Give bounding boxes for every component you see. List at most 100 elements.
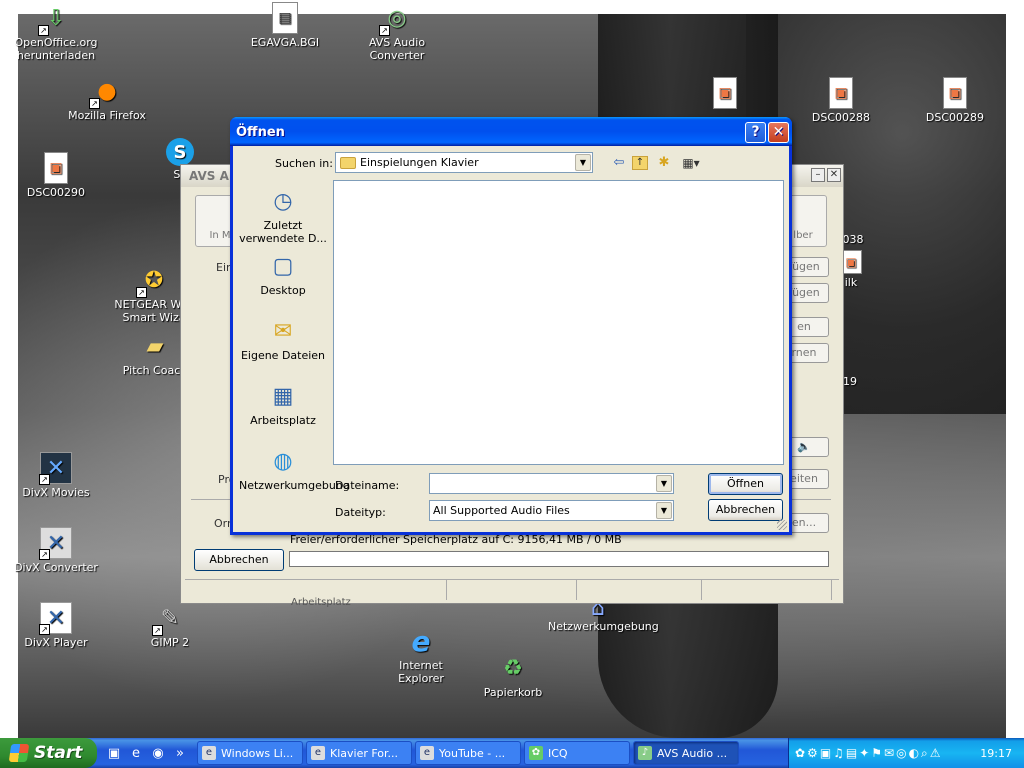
place-recent[interactable]: ◷ Zuletzt verwendete D... — [239, 185, 327, 245]
avs-status-pane — [577, 580, 702, 600]
desktop-icon-label: Netzwerkumgebung — [548, 620, 659, 633]
cancel-button[interactable]: Abbrechen — [708, 499, 783, 521]
task-windows-live[interactable]: e Windows Li... — [197, 741, 303, 765]
media-player-icon[interactable]: ◉ — [149, 746, 167, 761]
place-my-computer[interactable]: ▦ Arbeitsplatz — [239, 380, 327, 427]
gimp-icon: ✎ ↗ — [152, 602, 186, 636]
filetype-select[interactable]: All Supported Audio Files ▼ — [429, 500, 674, 521]
windows-logo-icon — [8, 744, 30, 762]
minimize-button[interactable]: – — [811, 168, 825, 182]
shortcut-arrow-icon: ↗ — [89, 98, 100, 109]
task-icq[interactable]: ✿ ICQ — [524, 741, 630, 765]
desktop-icon-dsc00288[interactable]: ▣ DSC00288 — [796, 77, 886, 124]
desktop-icon-firefox[interactable]: ● ↗ Mozilla Firefox — [62, 75, 152, 122]
new-folder-icon[interactable]: ✱ — [655, 154, 673, 172]
avs-status-pane — [447, 580, 577, 600]
desktop-icon-label: Pitch Coach — [122, 364, 188, 377]
desktop-icon-label: GIMP 2 — [150, 636, 190, 649]
desktop-icon-image-partial[interactable]: ▣ — [705, 77, 745, 111]
desktop-icon-avs-audio[interactable]: ◎ ↗ AVS Audio Converter — [352, 2, 442, 62]
place-network[interactable]: ◍ Netzwerkumgebung — [239, 445, 350, 492]
filetype-label: Dateityp: — [335, 506, 386, 519]
desktop-icon-label: ilk — [844, 276, 858, 289]
task-avs-audio[interactable]: ♪ AVS Audio ... — [633, 741, 739, 765]
shortcut-arrow-icon: ↗ — [39, 624, 50, 635]
open-button[interactable]: Öffnen — [708, 473, 783, 495]
avs-toolbar-label: In M — [209, 230, 231, 241]
file-list[interactable] — [333, 180, 784, 465]
close-button[interactable]: ✕ — [827, 168, 841, 182]
desktop-icon-dsc00289[interactable]: ▣ DSC00289 — [910, 77, 1000, 124]
desktop-icon-egavga[interactable]: ▤ EGAVGA.BGI — [240, 2, 330, 49]
avs-audio-icon: ◎ ↗ — [379, 2, 413, 36]
desktop-icon-label: DivX Movies — [22, 486, 90, 499]
speaker-icon: 🔈 — [797, 440, 811, 453]
my-documents-icon: ✉ — [273, 318, 293, 344]
task-label: Klavier For... — [330, 746, 399, 760]
desktop-icon-divx-movies[interactable]: ✕ ↗ DivX Movies — [11, 452, 101, 499]
desktop-icon-internet-explorer[interactable]: e Internet Explorer — [376, 625, 466, 685]
desktop-icon-label: Internet Explorer — [398, 659, 444, 685]
place-my-documents[interactable]: ✉ Eigene Dateien — [239, 315, 327, 362]
image-file-icon: ▣ — [943, 77, 967, 109]
resize-grip[interactable] — [777, 520, 787, 530]
image-file-icon: ▣ — [713, 77, 737, 109]
chevron-right-icon[interactable]: » — [171, 746, 189, 761]
internet-explorer-icon[interactable]: e — [127, 746, 145, 761]
place-label: Zuletzt verwendete D... — [239, 219, 327, 245]
chevron-down-icon[interactable]: ▼ — [575, 154, 591, 171]
desktop-icon-label: EGAVGA.BGI — [250, 36, 320, 49]
desktop-icon-label: 038 — [842, 233, 864, 246]
open-file-dialog[interactable]: Öffnen ? ✕ Suchen in: Einspielungen Klav… — [230, 117, 792, 535]
start-button[interactable]: Start — [0, 738, 97, 768]
task-klavier-forum[interactable]: e Klavier For... — [306, 741, 412, 765]
view-menu-icon[interactable]: ▦▾ — [679, 154, 703, 172]
divx-movies-icon: ✕ ↗ — [39, 452, 72, 485]
avs-window-controls: – ✕ — [811, 168, 841, 182]
desktop-icon-label: AVS Audio Converter — [368, 36, 426, 62]
shortcut-arrow-icon: ↗ — [136, 287, 147, 298]
desktop-icon-dsc00290[interactable]: ▣ DSC00290 — [11, 152, 101, 199]
clock[interactable]: 19:17 — [980, 747, 1024, 760]
desktop-icon-openoffice[interactable]: ⇩ ↗ OpenOffice.org herunterladen — [11, 2, 101, 62]
file-icon: ▤ — [272, 2, 298, 34]
taskbar: Start ▣ e ◉ » e Windows Li... e Klavier Fo… — [0, 738, 1024, 768]
divx-converter-icon: ✕ ↗ — [39, 527, 72, 560]
avs-status-bar — [185, 579, 839, 600]
folder-icon — [340, 156, 356, 169]
task-youtube[interactable]: e YouTube - ... — [415, 741, 521, 765]
back-arrow-icon[interactable]: ⇦ — [610, 154, 628, 172]
skype-icon: S — [166, 138, 194, 166]
avs-under-text: Arbeitsplatz — [291, 597, 351, 608]
place-desktop[interactable]: ▢ Desktop — [239, 250, 327, 297]
dialog-title: Öffnen — [236, 125, 285, 140]
desktop-icon-gimp[interactable]: ✎ ↗ GIMP 2 — [125, 602, 215, 649]
tray-icons[interactable]: ✿⚙▣♫▤✦⚑✉◎◐⌕⚠ — [795, 746, 980, 761]
desktop-icon-divx-player[interactable]: ✕ ↗ DivX Player — [11, 602, 101, 649]
lookin-dropdown[interactable]: Einspielungen Klavier ▼ — [335, 152, 593, 173]
avs-cancel-button[interactable]: Abbrechen — [194, 549, 284, 571]
lookin-value: Einspielungen Klavier — [360, 156, 479, 169]
lookin-label: Suchen in: — [275, 157, 333, 170]
desktop-icon-label: 19 — [843, 375, 857, 388]
openoffice-download-icon: ⇩ ↗ — [38, 2, 72, 36]
show-desktop-icon[interactable]: ▣ — [105, 746, 123, 761]
chevron-down-icon[interactable]: ▼ — [656, 475, 672, 492]
desktop-icon-label: Papierkorb — [483, 686, 543, 699]
avs-window-title: AVS A — [189, 169, 229, 183]
avs-toolbar-label: lber — [793, 230, 813, 241]
close-button[interactable]: ✕ — [768, 122, 789, 143]
chevron-down-icon[interactable]: ▼ — [656, 502, 672, 519]
up-folder-icon[interactable]: ↑ — [632, 156, 648, 170]
help-button[interactable]: ? — [745, 122, 766, 143]
image-file-icon: ▣ — [44, 152, 68, 184]
desktop-icon-divx-converter[interactable]: ✕ ↗ DivX Converter — [11, 527, 101, 574]
avs-progress-bar — [289, 551, 829, 567]
dialog-titlebar[interactable]: Öffnen ? ✕ — [230, 117, 792, 146]
desktop-icon-label: Mozilla Firefox — [68, 109, 146, 122]
places-bar: ◷ Zuletzt verwendete D... ▢ Desktop ✉ Ei… — [239, 180, 350, 500]
task-label: YouTube - ... — [439, 746, 506, 760]
place-label: Eigene Dateien — [240, 349, 326, 362]
desktop-icon-recycle-bin[interactable]: ♻ Papierkorb — [468, 652, 558, 699]
filename-input[interactable]: ▼ — [429, 473, 674, 494]
